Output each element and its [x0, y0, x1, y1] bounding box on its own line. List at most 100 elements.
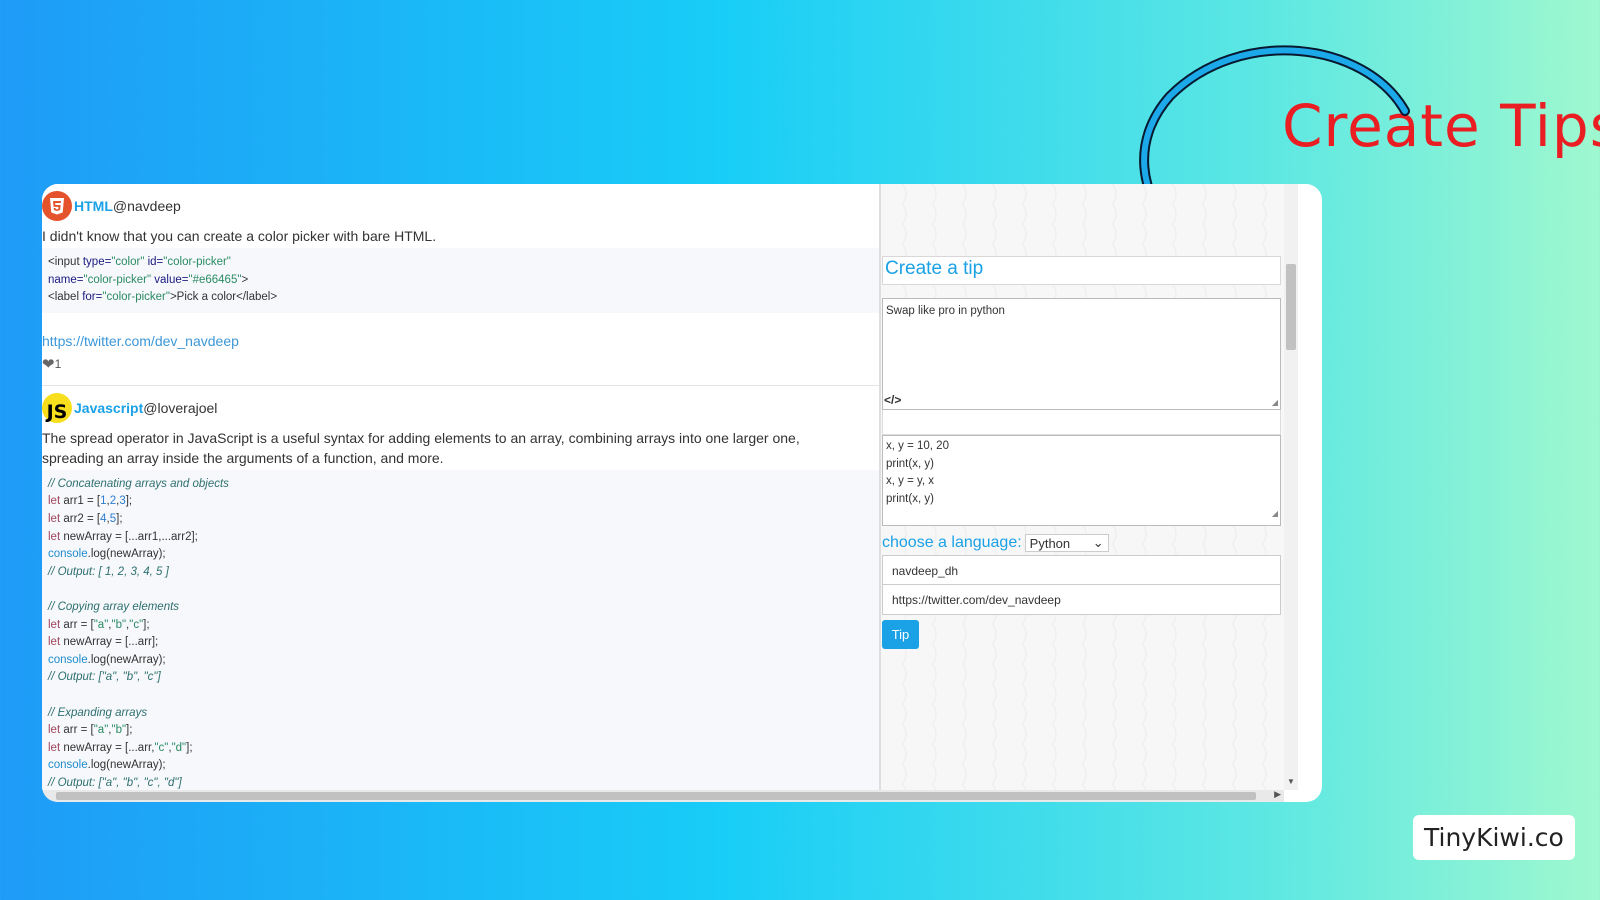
code-line: // Copying array elements — [48, 599, 873, 617]
code-block: <input type="color" id="color-picker" nam… — [42, 248, 879, 313]
code-line: let newArray = [...arr,"c","d"]; — [48, 740, 873, 758]
code-line: console.log(newArray); — [48, 652, 873, 670]
brand-badge: TinyKiwi.co — [1413, 815, 1575, 860]
code-toggle-icon[interactable]: </> — [884, 393, 901, 407]
scroll-down-arrow-icon[interactable]: ▼ — [1287, 777, 1295, 786]
code-line: name="color-picker" value="#e66465"> — [48, 272, 873, 290]
tip-post: JS Javascript @loverajoel The spread ope… — [42, 384, 879, 790]
code-token: "color-picker" — [102, 291, 170, 304]
code-token: let — [48, 512, 61, 525]
code-token: let — [48, 530, 61, 543]
resize-grip-icon[interactable]: ◢ — [1272, 398, 1278, 407]
code-token: > — [241, 273, 249, 286]
code-line: let arr = ["a","b"]; — [48, 722, 873, 740]
code-text: x, y = 10, 20 print(x, y) x, y = y, x pr… — [886, 440, 949, 505]
code-token: arr1 = [ — [60, 495, 101, 508]
code-token: // Expanding arrays — [48, 706, 148, 719]
form-divider — [882, 410, 1281, 435]
tip-textarea[interactable]: Swap like pro in python </> ◢ — [882, 298, 1281, 410]
code-token: ]; — [116, 512, 123, 525]
code-token: console — [48, 548, 88, 561]
resize-grip-icon[interactable]: ◢ — [1272, 505, 1278, 523]
html5-logo-icon — [42, 191, 72, 221]
code-token: >Pick a color</label> — [169, 291, 278, 304]
post-language-link[interactable]: Javascript — [74, 400, 143, 416]
scroll-right-arrow-icon[interactable]: ▶ — [1274, 789, 1281, 800]
code-block: // Concatenating arrays and objects let a… — [42, 469, 879, 790]
code-line: console.log(newArray); — [48, 757, 873, 775]
code-token: newArray = [...arr]; — [60, 636, 159, 649]
url-input[interactable]: https://twitter.com/dev_navdeep — [882, 585, 1281, 615]
chevron-down-icon: ⌄ — [1092, 535, 1104, 550]
code-token: console — [48, 759, 88, 772]
tip-text: Swap like pro in python — [886, 305, 1005, 317]
code-token: <label — [48, 291, 83, 304]
code-line: <label for="color-picker">Pick a color</… — [48, 289, 873, 307]
post-username: @navdeep — [112, 198, 181, 214]
heart-icon[interactable]: ❤ — [42, 355, 55, 373]
code-line: // Output: [ 1, 2, 3, 4, 5 ] — [48, 564, 873, 582]
code-token: arr = [ — [60, 618, 94, 631]
like-counter[interactable]: ❤ 1 — [42, 355, 879, 373]
tip-post: HTML @navdeep I didn't know that you can… — [42, 184, 879, 373]
code-token: let — [48, 636, 61, 649]
code-token: "c" — [129, 618, 144, 631]
vertical-scrollbar[interactable]: ▼ — [1284, 184, 1298, 790]
code-token: ]; — [125, 495, 133, 508]
code-line: // Output: ["a", "b", "c"] — [48, 669, 873, 687]
code-token: // Copying array elements — [48, 600, 180, 613]
language-selected: Python — [1029, 535, 1071, 551]
code-textarea[interactable]: x, y = 10, 20 print(x, y) x, y = y, x pr… — [882, 435, 1281, 526]
post-header: JS Javascript @loverajoel — [42, 392, 879, 424]
code-token: let — [48, 495, 61, 508]
code-token: let — [48, 741, 61, 754]
code-token: "color-picker" — [163, 256, 231, 268]
tips-feed[interactable]: HTML @navdeep I didn't know that you can… — [42, 184, 881, 790]
code-token: "#e66465" — [188, 273, 242, 286]
code-token: "color" — [111, 256, 145, 268]
code-token: ]; — [143, 618, 150, 631]
code-line: console.log(newArray); — [48, 546, 873, 564]
post-text: The spread operator in JavaScript is a u… — [42, 429, 800, 466]
post-header: HTML @navdeep — [42, 190, 879, 222]
code-token: arr2 = [ — [60, 512, 101, 525]
code-line: let arr2 = [4,5]; — [48, 511, 873, 529]
code-token: // Output: ["a", "b", "c"] — [48, 671, 161, 684]
tip-submit-button[interactable]: Tip — [882, 620, 919, 649]
post-username: @loverajoel — [143, 399, 218, 416]
code-token: .log(newArray); — [87, 653, 166, 666]
code-token: "b" — [111, 724, 127, 737]
code-token: value= — [151, 273, 189, 286]
code-token: id= — [144, 256, 164, 268]
language-select[interactable]: Python ⌄ — [1024, 534, 1109, 552]
code-token: ]; — [126, 724, 133, 737]
code-token: "b" — [111, 618, 127, 631]
create-tip-form: Create a tip Swap like pro in python </>… — [882, 256, 1281, 649]
code-token: let — [48, 618, 61, 631]
create-tip-panel: Create a tip Swap like pro in python </>… — [881, 184, 1284, 790]
javascript-logo-icon: JS — [42, 392, 72, 423]
code-token: "a" — [93, 724, 109, 737]
code-token: type= — [82, 256, 112, 268]
post-language-link[interactable]: HTML — [74, 198, 113, 214]
code-line: let arr = ["a","b","c"]; — [48, 617, 873, 635]
post-link[interactable]: https://twitter.com/dev_navdeep — [42, 333, 879, 349]
scrollbar-thumb[interactable] — [56, 792, 1256, 800]
horizontal-scrollbar[interactable]: ▶ — [42, 789, 1284, 802]
code-token: newArray = [...arr1,...arr2]; — [60, 530, 198, 543]
language-row: choose a language: Python ⌄ — [882, 534, 1281, 552]
app-window: HTML @navdeep I didn't know that you can… — [42, 184, 1322, 802]
code-line: <input type="color" id="color-picker" — [48, 254, 873, 272]
code-token: <input — [48, 256, 83, 268]
language-label: choose a language: — [882, 534, 1022, 551]
code-token: console — [48, 653, 88, 666]
code-token: name= — [48, 273, 84, 286]
code-line — [48, 687, 873, 705]
username-input[interactable]: navdeep_dh — [882, 555, 1281, 585]
form-title: Create a tip — [882, 256, 1281, 285]
post-text: I didn't know that you can create a colo… — [42, 228, 437, 244]
scrollbar-thumb[interactable] — [1286, 264, 1296, 350]
code-token: // Output: [ 1, 2, 3, 4, 5 ] — [48, 565, 169, 578]
